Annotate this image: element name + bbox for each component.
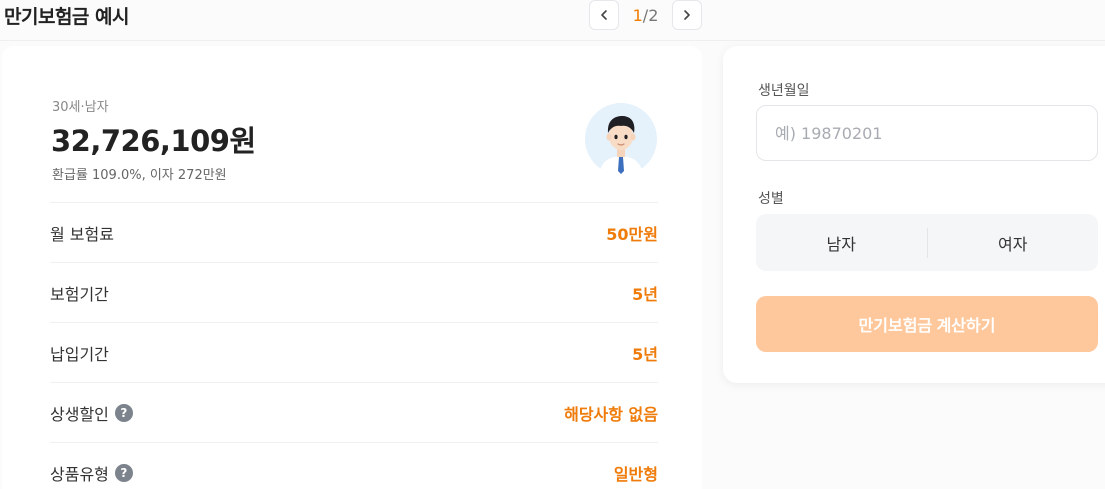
row-label-text: 상품유형 bbox=[50, 464, 109, 484]
gender-female-button[interactable]: 여자 bbox=[928, 214, 1099, 271]
detail-list: 월 보험료 50만원 보험기간 5년 납입기간 5년 상생할인? 해당사항 없음… bbox=[50, 202, 658, 489]
refund-detail: 환급률 109.0%, 이자 272만원 bbox=[52, 168, 227, 183]
profile-subtitle: 30세·남자 bbox=[52, 100, 109, 115]
row-product-type: 상품유형? 일반형 bbox=[50, 442, 658, 489]
row-value: 5년 bbox=[632, 284, 658, 304]
pager: 1/2 bbox=[589, 0, 702, 30]
row-label-text: 상생할인 bbox=[50, 404, 109, 424]
prev-page-button[interactable] bbox=[589, 0, 619, 30]
maturity-amount: 32,726,109원 bbox=[51, 124, 256, 158]
birth-date-label: 생년월일 bbox=[758, 83, 810, 99]
row-mutual-discount: 상생할인? 해당사항 없음 bbox=[50, 382, 658, 442]
next-page-button[interactable] bbox=[672, 0, 702, 30]
row-label: 납입기간 bbox=[50, 341, 109, 365]
calculator-card: 생년월일 성별 남자 여자 만기보험금 계산하기 bbox=[723, 46, 1105, 383]
person-icon bbox=[599, 116, 643, 175]
row-label-text: 납입기간 bbox=[50, 344, 109, 364]
row-label: 보험기간 bbox=[50, 281, 109, 305]
page-title: 만기보험금 예시 bbox=[4, 6, 129, 28]
help-icon[interactable]: ? bbox=[114, 463, 133, 482]
chevron-left-icon bbox=[601, 10, 607, 20]
row-label: 상생할인? bbox=[50, 401, 133, 425]
row-insurance-period: 보험기간 5년 bbox=[50, 262, 658, 322]
gender-selector: 남자 여자 bbox=[756, 214, 1098, 271]
birth-date-input[interactable] bbox=[756, 105, 1098, 161]
row-value: 50만원 bbox=[606, 224, 658, 244]
chevron-right-icon bbox=[684, 10, 690, 20]
row-monthly-premium: 월 보험료 50만원 bbox=[50, 202, 658, 262]
row-value: 해당사항 없음 bbox=[564, 404, 658, 424]
page: 만기보험금 예시 1/2 30세·남자 32,726,109원 환급률 109.… bbox=[0, 0, 1105, 489]
header-divider bbox=[0, 40, 1105, 41]
example-card: 30세·남자 32,726,109원 환급률 109.0%, 이자 272만원 bbox=[2, 46, 702, 489]
row-label-text: 보험기간 bbox=[50, 284, 109, 304]
help-icon[interactable]: ? bbox=[114, 403, 133, 422]
calculate-button[interactable]: 만기보험금 계산하기 bbox=[756, 296, 1098, 352]
row-label: 월 보험료 bbox=[50, 221, 114, 245]
row-label: 상품유형? bbox=[50, 461, 133, 485]
row-label-text: 월 보험료 bbox=[50, 224, 114, 244]
row-value: 일반형 bbox=[613, 464, 658, 484]
page-indicator: 1/2 bbox=[619, 6, 672, 25]
gender-label: 성별 bbox=[758, 191, 784, 207]
total-pages: 2 bbox=[648, 5, 659, 25]
avatar bbox=[585, 103, 657, 175]
current-page: 1 bbox=[632, 5, 643, 25]
row-value: 5년 bbox=[632, 344, 658, 364]
row-payment-period: 납입기간 5년 bbox=[50, 322, 658, 382]
gender-male-button[interactable]: 남자 bbox=[756, 214, 927, 271]
